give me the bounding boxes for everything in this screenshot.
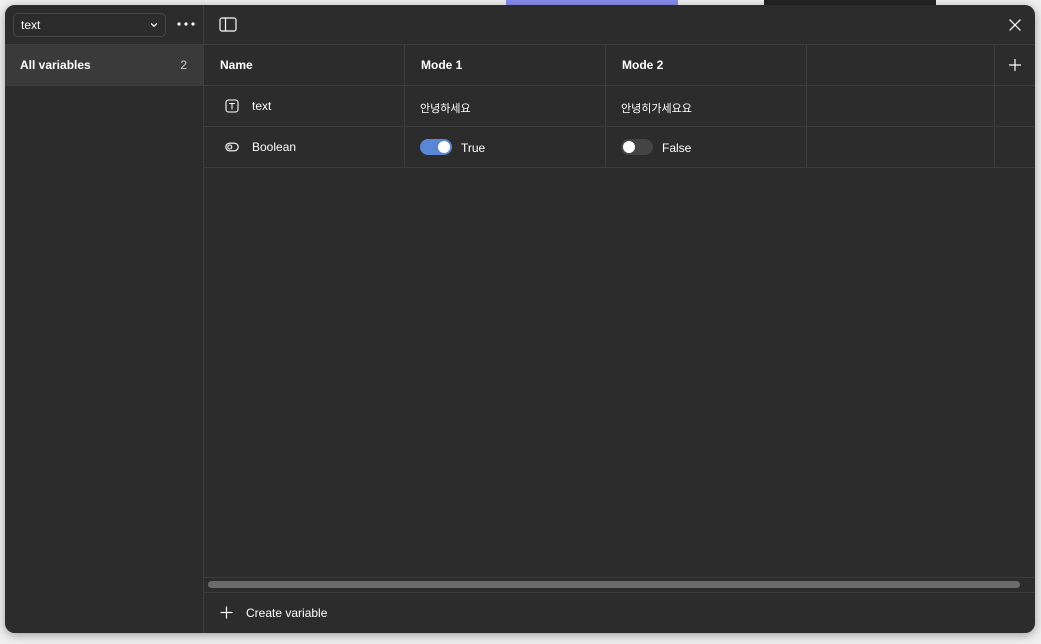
column-header-empty <box>807 45 995 85</box>
close-icon[interactable] <box>1007 17 1023 33</box>
toggle-label: False <box>662 141 692 155</box>
variable-value-mode-2[interactable]: 안녕히가세요요 <box>606 86 807 126</box>
column-header-name: Name <box>204 45 405 85</box>
column-header-mode-1[interactable]: Mode 1 <box>405 45 606 85</box>
variable-value-mode-1[interactable]: 안녕하세요 <box>405 86 606 126</box>
sidebar-toggle-icon[interactable] <box>219 17 237 32</box>
column-header-label: Mode 1 <box>421 58 463 72</box>
collection-select-value: text <box>21 18 41 32</box>
column-header-label: Mode 2 <box>622 58 664 72</box>
sidebar-item-all-variables[interactable]: All variables 2 <box>5 45 203 86</box>
main-header <box>204 5 1035 45</box>
variable-name-cell[interactable]: text <box>204 86 405 126</box>
variables-table: Name Mode 1 Mode 2 text 안녕하세요 안녕히가세요요 Bo… <box>204 45 1035 168</box>
toggle-knob <box>623 141 635 153</box>
sidebar-item-label: All variables <box>20 58 91 72</box>
collections-sidebar: text All variables 2 <box>5 5 204 633</box>
sidebar-header: text <box>5 5 203 45</box>
table-row[interactable]: text 안녕하세요 안녕히가세요요 <box>204 86 1035 127</box>
variables-main: Name Mode 1 Mode 2 text 안녕하세요 안녕히가세요요 Bo… <box>204 5 1035 633</box>
boolean-toggle-on[interactable] <box>420 139 452 155</box>
toggle-knob <box>438 141 450 153</box>
plus-icon <box>220 606 233 619</box>
horizontal-scrollbar[interactable] <box>204 577 1035 593</box>
boolean-toggle-off[interactable] <box>621 139 653 155</box>
table-footer: Create variable <box>204 592 1035 633</box>
empty-cell <box>807 127 995 167</box>
empty-cell <box>995 86 1035 126</box>
chevron-down-icon <box>150 23 158 27</box>
table-row[interactable]: Boolean True False <box>204 127 1035 168</box>
text-type-icon <box>225 99 239 113</box>
collection-select[interactable]: text <box>13 13 166 37</box>
sidebar-item-count: 2 <box>180 58 187 72</box>
boolean-type-icon <box>225 142 239 152</box>
variable-value: 안녕하세요 <box>420 102 471 115</box>
toggle-label: True <box>461 141 486 155</box>
variable-value-mode-1: True <box>405 127 606 167</box>
variable-value: 안녕히가세요요 <box>621 102 692 115</box>
empty-cell <box>807 86 995 126</box>
variables-modal: text All variables 2 Name Mode 1 Mode 2 … <box>5 5 1035 633</box>
empty-cell <box>995 127 1035 167</box>
variable-value-mode-2: False <box>606 127 807 167</box>
variable-name-cell[interactable]: Boolean <box>204 127 405 167</box>
scrollbar-thumb[interactable] <box>208 581 1020 588</box>
variable-name: Boolean <box>252 140 297 154</box>
create-variable-label: Create variable <box>246 606 328 620</box>
column-header-mode-2[interactable]: Mode 2 <box>606 45 807 85</box>
more-horizontal-icon <box>177 22 195 26</box>
add-mode-cell <box>995 45 1035 85</box>
column-header-label: Name <box>220 58 253 72</box>
plus-icon <box>1008 58 1022 72</box>
table-header-row: Name Mode 1 Mode 2 <box>204 45 1035 86</box>
add-mode-button[interactable] <box>1008 58 1022 72</box>
variable-name: text <box>252 99 272 113</box>
more-options-button[interactable] <box>175 16 197 32</box>
